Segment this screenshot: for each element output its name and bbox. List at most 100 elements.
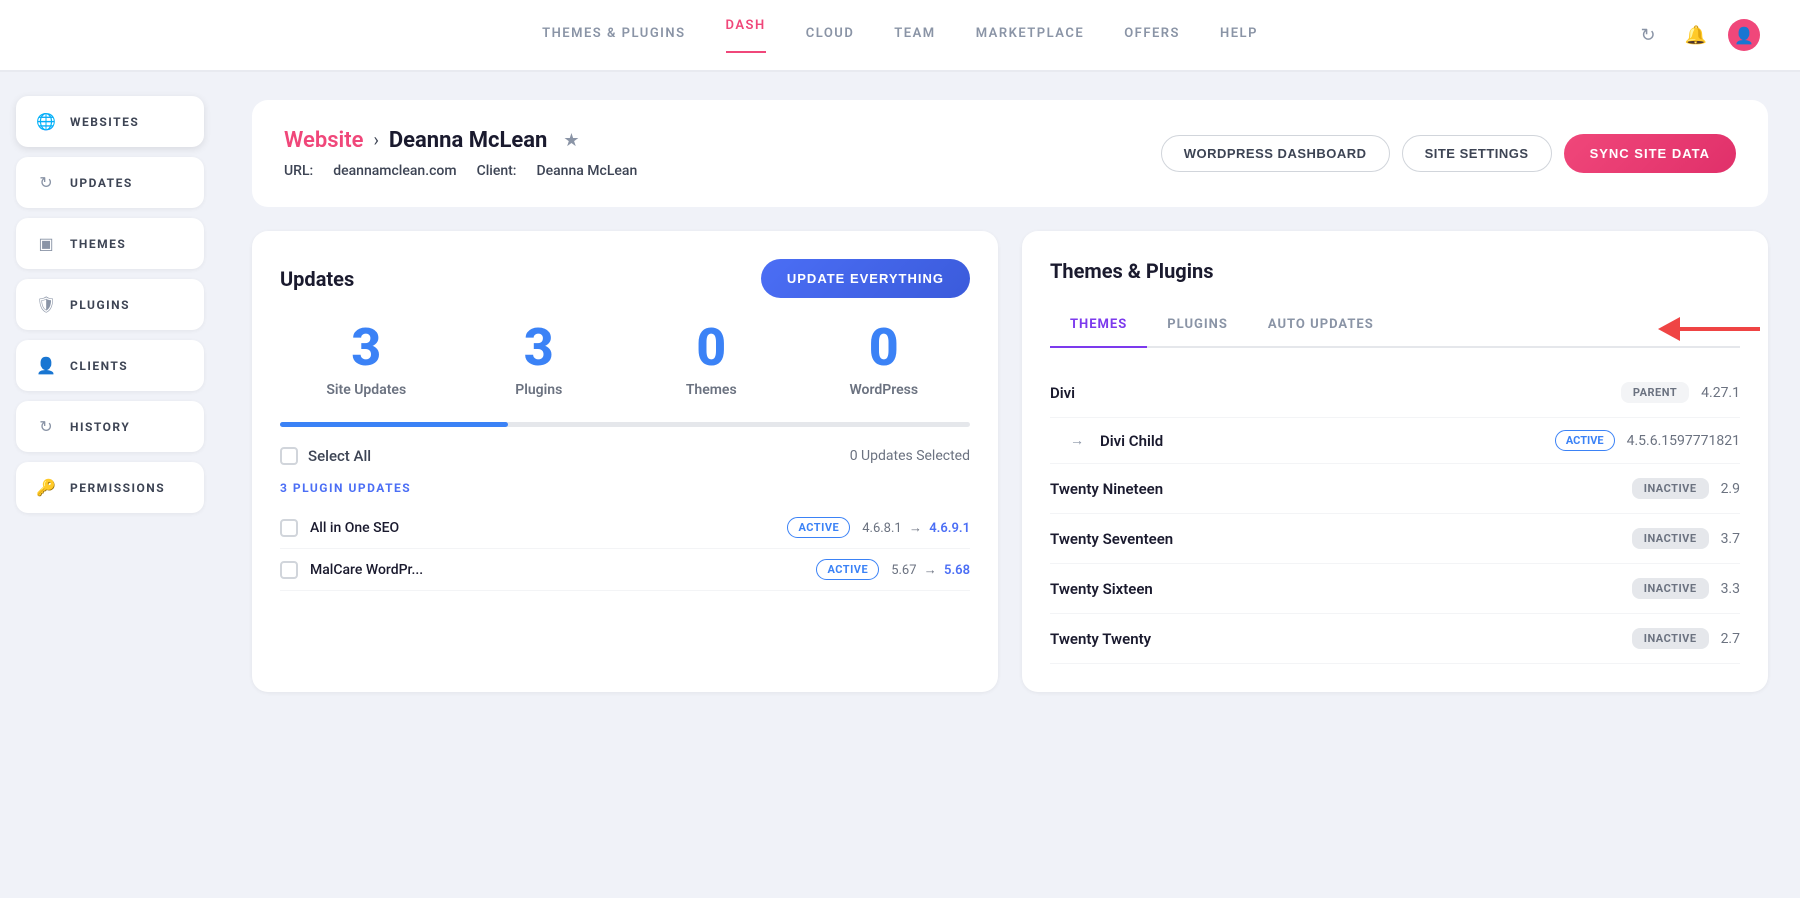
theme-badge-twenty: INACTIVE bbox=[1632, 628, 1709, 649]
themes-plugins-panel-header: Themes & Plugins bbox=[1050, 259, 1740, 283]
sidebar-item-clients[interactable]: 👤 CLIENTS bbox=[16, 340, 204, 391]
theme-name-seventeen: Twenty Seventeen bbox=[1050, 530, 1620, 548]
tab-auto-updates[interactable]: AUTO UPDATES bbox=[1248, 307, 1394, 346]
stat-wordpress: 0 WordPress bbox=[798, 322, 971, 398]
top-navigation: THEMES & PLUGINS DASH CLOUD TEAM MARKETP… bbox=[0, 0, 1800, 72]
page-header: Website › Deanna McLean ★ URL: deannamcl… bbox=[252, 100, 1768, 207]
site-name: Deanna McLean bbox=[389, 128, 547, 153]
main-layout: 🌐 WEBSITES ↻ UPDATES ▣ THEMES 🛡 PLUGINS … bbox=[0, 72, 1800, 898]
child-arrow-icon: → bbox=[1070, 432, 1084, 449]
nav-cloud[interactable]: CLOUD bbox=[806, 26, 855, 45]
main-content: Website › Deanna McLean ★ URL: deannamcl… bbox=[220, 72, 1800, 898]
wordpress-dashboard-button[interactable]: WORDPRESS DASHBOARD bbox=[1161, 135, 1390, 172]
page-meta: URL: deannamclean.com Client: Deanna McL… bbox=[284, 163, 637, 179]
plugin-version-2: 5.67 → 5.68 bbox=[891, 562, 970, 578]
tab-plugins[interactable]: PLUGINS bbox=[1147, 307, 1248, 346]
nav-themes-plugins[interactable]: THEMES & PLUGINS bbox=[542, 26, 685, 45]
plugin-badge-2: ACTIVE bbox=[816, 559, 879, 580]
theme-row-divi-child: → Divi Child ACTIVE 4.5.6.1597771821 bbox=[1050, 418, 1740, 464]
updates-icon: ↻ bbox=[36, 173, 56, 192]
update-everything-button[interactable]: UPDATE EVERYTHING bbox=[761, 259, 970, 298]
content-grid: Updates UPDATE EVERYTHING 3 Site Updates… bbox=[252, 231, 1768, 692]
select-all-row: Select All 0 Updates Selected bbox=[280, 447, 970, 465]
updates-panel-title: Updates bbox=[280, 267, 354, 291]
theme-row-divi: Divi PARENT 4.27.1 bbox=[1050, 368, 1740, 418]
themes-plugins-panel: Themes & Plugins THEMES PLUGINS AUTO UPD… bbox=[1022, 231, 1768, 692]
plugin-row-2: MalCare WordPr... ACTIVE 5.67 → 5.68 bbox=[280, 549, 970, 591]
stat-number-site: 3 bbox=[280, 322, 453, 374]
updates-panel-header: Updates UPDATE EVERYTHING bbox=[280, 259, 970, 298]
nav-right-icons: ↻ 🔔 👤 bbox=[1632, 19, 1760, 51]
theme-name-twenty: Twenty Twenty bbox=[1050, 630, 1620, 648]
theme-row-twenty-twenty: Twenty Twenty INACTIVE 2.7 bbox=[1050, 614, 1740, 664]
header-left: Website › Deanna McLean ★ URL: deannamcl… bbox=[284, 128, 637, 179]
plugin-checkbox-2[interactable] bbox=[280, 561, 298, 579]
stat-label-plugins: Plugins bbox=[453, 382, 626, 398]
sidebar-item-permissions[interactable]: 🔑 PERMISSIONS bbox=[16, 462, 204, 513]
url-label: URL: bbox=[284, 163, 313, 179]
plugin-checkbox-1[interactable] bbox=[280, 519, 298, 537]
theme-badge-seventeen: INACTIVE bbox=[1632, 528, 1709, 549]
theme-version-sixteen: 3.3 bbox=[1721, 581, 1740, 597]
refresh-icon[interactable]: ↻ bbox=[1632, 19, 1664, 51]
sidebar-label-websites: WEBSITES bbox=[70, 115, 139, 129]
select-all-left: Select All bbox=[280, 447, 371, 465]
plugin-row-1: All in One SEO ACTIVE 4.6.8.1 → 4.6.9.1 bbox=[280, 507, 970, 549]
plugin-name-2: MalCare WordPr... bbox=[310, 562, 804, 578]
breadcrumb-arrow: › bbox=[373, 130, 378, 151]
nav-dash[interactable]: DASH bbox=[726, 18, 766, 53]
arrow-line bbox=[1680, 327, 1760, 331]
select-all-checkbox[interactable] bbox=[280, 447, 298, 465]
theme-row-twenty-sixteen: Twenty Sixteen INACTIVE 3.3 bbox=[1050, 564, 1740, 614]
sync-site-data-button[interactable]: SYNC SITE DATA bbox=[1564, 134, 1736, 173]
stats-row: 3 Site Updates 3 Plugins 0 Themes 0 Word… bbox=[280, 322, 970, 398]
header-actions: WORDPRESS DASHBOARD SITE SETTINGS SYNC S… bbox=[1161, 134, 1736, 173]
sidebar-item-websites[interactable]: 🌐 WEBSITES bbox=[16, 96, 204, 147]
nav-links: THEMES & PLUGINS DASH CLOUD TEAM MARKETP… bbox=[542, 18, 1258, 53]
theme-row-twenty-seventeen: Twenty Seventeen INACTIVE 3.7 bbox=[1050, 514, 1740, 564]
theme-version-seventeen: 3.7 bbox=[1721, 531, 1740, 547]
client-label: Client: bbox=[477, 163, 517, 179]
sidebar-item-plugins[interactable]: 🛡 PLUGINS bbox=[16, 279, 204, 330]
theme-name-nineteen: Twenty Nineteen bbox=[1050, 480, 1620, 498]
globe-icon: 🌐 bbox=[36, 112, 56, 131]
star-icon[interactable]: ★ bbox=[563, 130, 579, 151]
updates-count: 0 Updates Selected bbox=[850, 448, 970, 464]
theme-badge-nineteen: INACTIVE bbox=[1632, 478, 1709, 499]
stat-site-updates: 3 Site Updates bbox=[280, 322, 453, 398]
themes-plugins-title: Themes & Plugins bbox=[1050, 259, 1213, 283]
sidebar-label-clients: CLIENTS bbox=[70, 359, 128, 373]
progress-bar bbox=[280, 422, 970, 427]
site-settings-button[interactable]: SITE SETTINGS bbox=[1402, 135, 1552, 172]
theme-badge-divi-child: ACTIVE bbox=[1555, 430, 1615, 451]
sidebar-label-updates: UPDATES bbox=[70, 176, 133, 190]
select-all-text[interactable]: Select All bbox=[308, 447, 371, 465]
sidebar-item-updates[interactable]: ↻ UPDATES bbox=[16, 157, 204, 208]
stat-number-plugins: 3 bbox=[453, 322, 626, 374]
theme-badge-sixteen: INACTIVE bbox=[1632, 578, 1709, 599]
breadcrumb: Website › Deanna McLean ★ bbox=[284, 128, 637, 153]
theme-name-divi: Divi bbox=[1050, 384, 1609, 402]
stat-themes: 0 Themes bbox=[625, 322, 798, 398]
themes-tabs: THEMES PLUGINS AUTO UPDATES bbox=[1050, 307, 1740, 348]
sidebar-item-themes[interactable]: ▣ THEMES bbox=[16, 218, 204, 269]
themes-icon: ▣ bbox=[36, 234, 56, 253]
sidebar-item-history[interactable]: ↻ HISTORY bbox=[16, 401, 204, 452]
bell-icon[interactable]: 🔔 bbox=[1680, 19, 1712, 51]
nav-team[interactable]: TEAM bbox=[894, 26, 935, 45]
progress-bar-fill bbox=[280, 422, 508, 427]
nav-help[interactable]: HELP bbox=[1220, 26, 1258, 45]
tab-themes[interactable]: THEMES bbox=[1050, 307, 1147, 348]
red-arrow-indicator bbox=[1658, 317, 1760, 341]
plugins-icon: 🛡 bbox=[36, 295, 56, 314]
arrow-head bbox=[1658, 317, 1680, 341]
user-avatar[interactable]: 👤 bbox=[1728, 19, 1760, 51]
nav-offers[interactable]: OFFERS bbox=[1124, 26, 1180, 45]
plugin-version-1: 4.6.8.1 → 4.6.9.1 bbox=[862, 520, 970, 536]
breadcrumb-website[interactable]: Website bbox=[284, 128, 363, 153]
nav-marketplace[interactable]: MARKETPLACE bbox=[976, 26, 1085, 45]
theme-version-divi-child: 4.5.6.1597771821 bbox=[1627, 433, 1740, 449]
history-icon: ↻ bbox=[36, 417, 56, 436]
stat-plugins: 3 Plugins bbox=[453, 322, 626, 398]
stat-label-themes: Themes bbox=[625, 382, 798, 398]
